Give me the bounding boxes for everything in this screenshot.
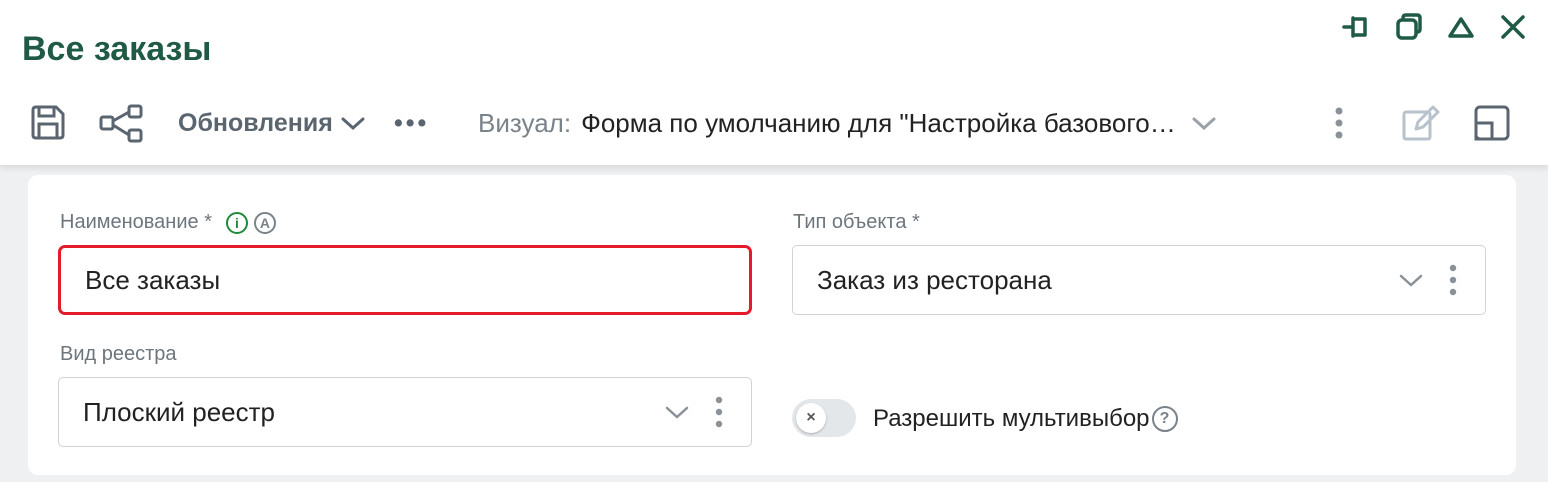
chevron-down-icon	[1192, 117, 1216, 131]
restore-icon[interactable]	[1392, 10, 1426, 44]
more-label: •••	[394, 108, 430, 137]
visual-label: Визуал:	[478, 107, 572, 138]
visual-menu-button[interactable]	[1326, 95, 1352, 151]
more-button[interactable]: •••	[394, 95, 429, 151]
share-button[interactable]	[98, 95, 146, 151]
updates-dropdown[interactable]: Обновления	[178, 95, 367, 151]
updates-label: Обновления	[178, 108, 333, 137]
edit-visual-button[interactable]	[1400, 95, 1442, 151]
collapse-icon[interactable]	[1444, 10, 1478, 44]
name-label-text: Наименование *	[60, 211, 212, 233]
auto-name-icon[interactable]: A	[253, 211, 276, 234]
multiselect-label-row: Разрешить мультивыбор ?	[873, 405, 1178, 433]
share-icon	[99, 104, 143, 143]
kebab-icon[interactable]	[1443, 260, 1463, 300]
registry-type-label: Вид реестра	[60, 343, 177, 365]
header: Все заказы Обновления ••• Визуал: Форма …	[0, 0, 1548, 165]
edit-icon	[1402, 105, 1440, 141]
save-icon	[31, 105, 65, 140]
info-icon[interactable]: i	[225, 211, 248, 234]
kebab-icon	[1335, 107, 1343, 139]
save-button[interactable]	[28, 95, 68, 151]
object-type-label: Тип объекта *	[793, 211, 920, 233]
chevron-down-icon	[341, 117, 365, 131]
multiselect-toggle[interactable]: ×	[792, 399, 856, 437]
page-title: Все заказы	[22, 30, 212, 68]
visual-value: Форма по умолчанию для "Настройка базово…	[581, 107, 1176, 138]
object-type-value: Заказ из ресторана	[817, 264, 1052, 295]
layout-button[interactable]	[1472, 95, 1512, 151]
toolbar: Обновления ••• Визуал: Форма по умолчани…	[0, 95, 1548, 151]
form-card: Наименование * i A Все заказы Тип объект…	[28, 175, 1516, 475]
multiselect-label: Разрешить мультивыбор	[873, 405, 1150, 432]
window-controls	[1340, 10, 1530, 44]
object-type-select[interactable]: Заказ из ресторана	[792, 245, 1486, 315]
toggle-off-icon: ×	[796, 403, 826, 433]
help-icon[interactable]: ?	[1151, 406, 1178, 432]
registry-type-value: Плоский реестр	[83, 396, 276, 427]
registry-type-select[interactable]: Плоский реестр	[58, 377, 752, 447]
content-area: Наименование * i A Все заказы Тип объект…	[0, 165, 1548, 482]
name-input-value: Все заказы	[85, 264, 221, 295]
chevron-down-icon[interactable]	[1397, 270, 1425, 290]
layout-icon	[1474, 105, 1510, 141]
name-field-label: Наименование * i A	[60, 211, 276, 234]
kebab-icon[interactable]	[709, 392, 729, 432]
pin-icon[interactable]	[1340, 10, 1374, 44]
name-input[interactable]: Все заказы	[58, 245, 752, 315]
visual-selector[interactable]: Визуал: Форма по умолчанию для "Настройк…	[478, 95, 1318, 151]
close-icon[interactable]	[1496, 10, 1530, 44]
chevron-down-icon[interactable]	[663, 402, 691, 422]
